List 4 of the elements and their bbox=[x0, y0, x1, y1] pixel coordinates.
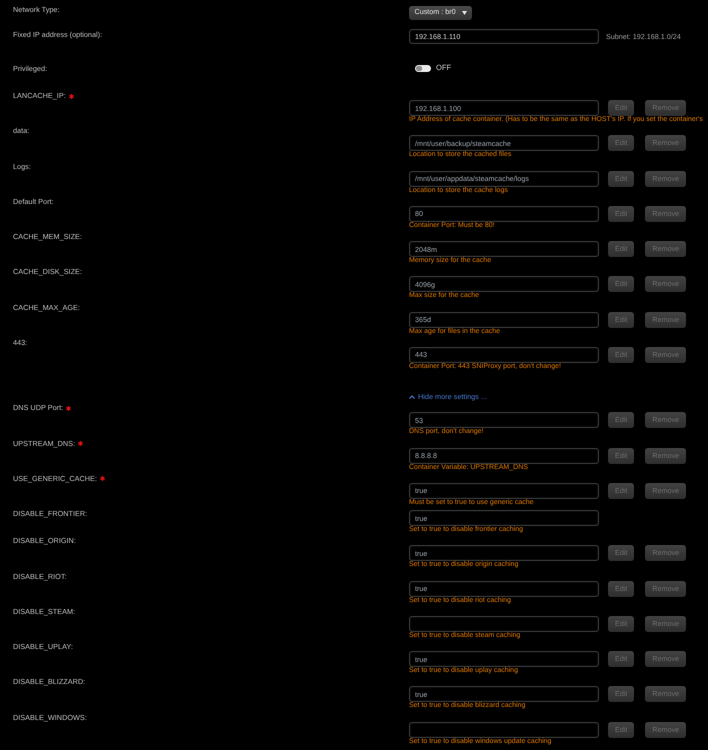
caret-down-icon bbox=[462, 10, 467, 15]
toggle-switch[interactable] bbox=[415, 64, 431, 72]
text-field[interactable] bbox=[409, 722, 599, 738]
text-field[interactable] bbox=[409, 616, 599, 632]
